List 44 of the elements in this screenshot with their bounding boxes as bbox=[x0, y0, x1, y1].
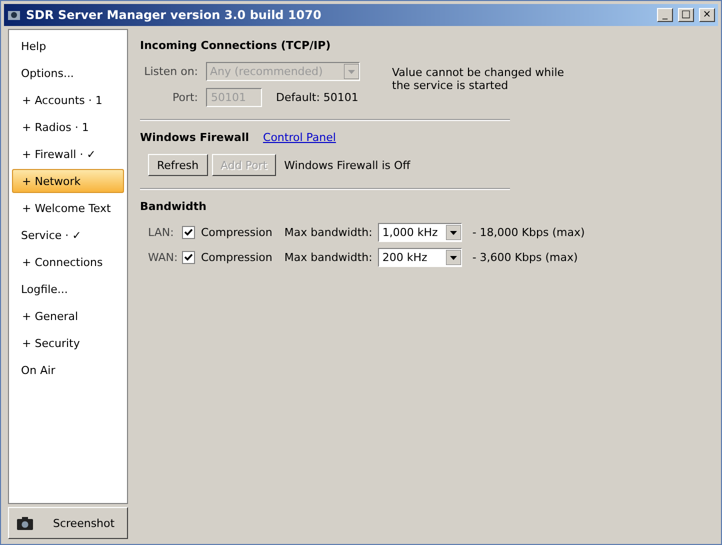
sidebar-item[interactable]: + Firewall · ✓ bbox=[12, 142, 124, 166]
minimize-button[interactable]: _ bbox=[657, 8, 673, 22]
app-icon bbox=[7, 8, 21, 22]
bandwidth-label: WAN: bbox=[148, 251, 176, 264]
firewall-button[interactable]: Refresh bbox=[148, 154, 208, 176]
window-title: SDR Server Manager version 3.0 build 1070 bbox=[26, 8, 322, 22]
camera-icon bbox=[17, 516, 33, 530]
checkbox-label: Compression bbox=[201, 251, 272, 264]
screenshot-button[interactable]: Screenshot bbox=[8, 507, 128, 539]
checkbox-label: Compression bbox=[201, 226, 272, 239]
maximize-button[interactable]: □ bbox=[678, 8, 694, 22]
bandwidth-label: LAN: bbox=[148, 226, 175, 239]
sidebar-item[interactable]: Service · ✓ bbox=[12, 223, 124, 247]
sidebar-item[interactable]: + Security bbox=[12, 331, 124, 355]
section-heading: Bandwidth bbox=[140, 200, 208, 213]
field-label: Port: bbox=[171, 91, 198, 104]
sidebar-item[interactable]: Options... bbox=[12, 61, 124, 85]
bandwidth-dropdown[interactable]: 200 kHz bbox=[378, 248, 462, 267]
field-label: Listen on: bbox=[143, 65, 198, 78]
rate-text: - 3,600 Kbps (max) bbox=[472, 251, 578, 264]
sidebar-item[interactable]: + Connections bbox=[12, 250, 124, 274]
close-button[interactable]: × bbox=[699, 8, 715, 22]
compression-checkbox[interactable] bbox=[182, 226, 195, 239]
compression-checkbox[interactable] bbox=[182, 251, 195, 264]
bandwidth-dropdown[interactable]: 1,000 kHz bbox=[378, 223, 462, 242]
sidebar-item[interactable]: + General bbox=[12, 304, 124, 328]
default-port-text: Default: 50101 bbox=[276, 91, 358, 104]
firewall-status: Windows Firewall is Off bbox=[284, 158, 410, 172]
sidebar-item[interactable]: + Network bbox=[12, 169, 124, 193]
field-label: Max bandwidth: bbox=[284, 226, 372, 239]
field-label: Max bandwidth: bbox=[284, 251, 372, 264]
rate-text: - 18,000 Kbps (max) bbox=[472, 226, 585, 239]
section-heading: Windows Firewall bbox=[140, 131, 250, 144]
dropdown-arrow-icon[interactable] bbox=[446, 225, 462, 240]
sidebar-item[interactable]: + Welcome Text bbox=[12, 196, 124, 220]
control-panel-link[interactable]: Control Panel bbox=[263, 131, 336, 144]
note-text: Value cannot be changed while the service is started bbox=[392, 66, 566, 92]
dropdown-arrow-icon[interactable] bbox=[446, 250, 462, 265]
sidebar-item[interactable]: + Accounts · 1 bbox=[12, 88, 124, 112]
sidebar-item[interactable]: On Air bbox=[12, 358, 124, 382]
sidebar-item[interactable]: + Radios · 1 bbox=[12, 115, 124, 139]
sidebar-item[interactable]: Help bbox=[12, 34, 124, 58]
sidebar-item[interactable]: Logfile... bbox=[12, 277, 124, 301]
section-heading: Incoming Connections (TCP/IP) bbox=[140, 39, 332, 52]
